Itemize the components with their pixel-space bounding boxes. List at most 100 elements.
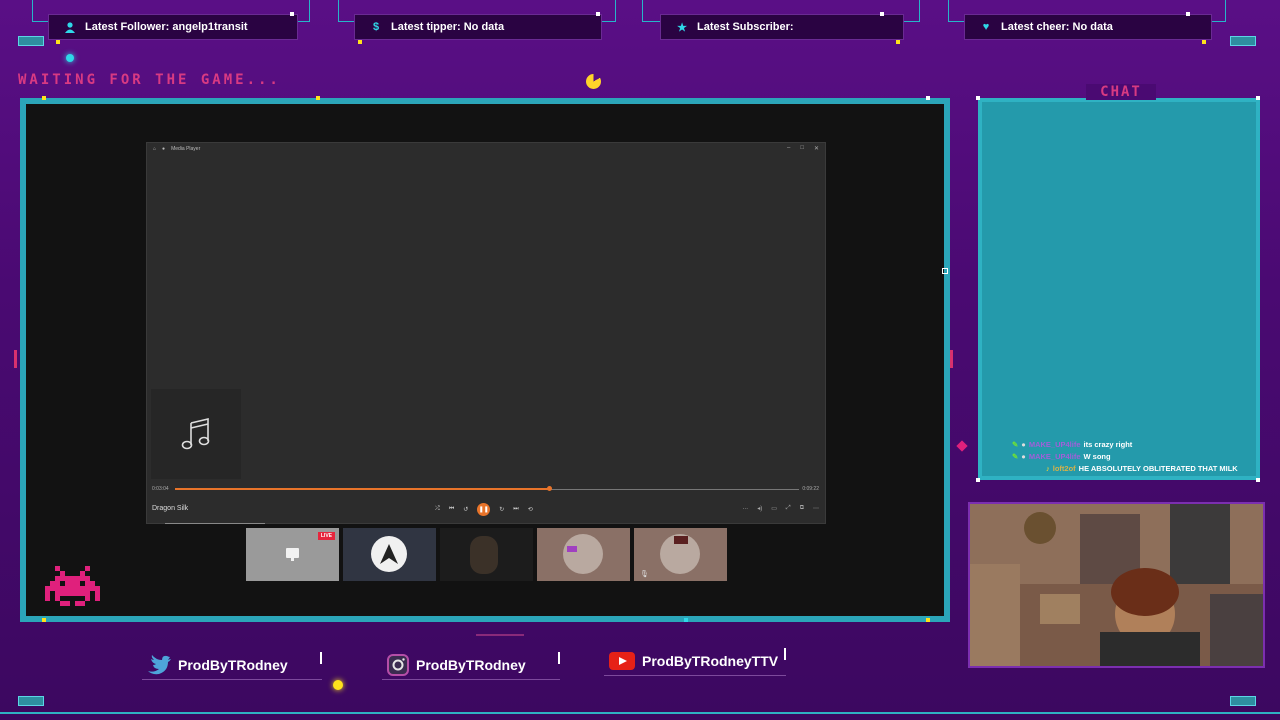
decor-cap xyxy=(558,652,560,664)
pencil-icon: ✎ xyxy=(1012,440,1019,449)
progress-slider[interactable] xyxy=(175,486,799,491)
twitter-icon xyxy=(148,655,171,675)
decor-dot xyxy=(896,40,900,44)
monitor-stand xyxy=(291,558,294,561)
alert-latest-cheer: ♥ Latest cheer: No data xyxy=(964,14,1212,40)
social-instagram[interactable]: ProdByTRodney xyxy=(382,652,560,680)
space-invader-icon xyxy=(45,566,100,606)
chat-text: its crazy right xyxy=(1083,440,1133,449)
alert-label: Latest cheer: No data xyxy=(1001,21,1113,33)
decor-dot xyxy=(596,12,600,16)
forward-icon[interactable]: ↻ xyxy=(499,506,504,513)
miniplayer-icon[interactable]: ⧉ xyxy=(800,505,804,512)
time-total: 0:09:22 xyxy=(802,486,819,492)
rewind-icon[interactable]: ↺ xyxy=(463,506,468,513)
decor-square xyxy=(942,268,948,274)
decor-dot xyxy=(1186,12,1190,16)
call-tile-camera[interactable] xyxy=(440,528,533,581)
call-tile-user[interactable] xyxy=(343,528,436,581)
pacman-icon xyxy=(586,74,601,89)
avatar xyxy=(563,534,603,574)
decor-dot xyxy=(926,618,930,622)
decor-dot xyxy=(880,12,884,16)
fullscreen-icon[interactable]: ⤢ xyxy=(786,505,791,512)
youtube-icon xyxy=(609,652,635,670)
chat-username[interactable]: loft2of xyxy=(1053,464,1076,473)
waiting-for-game-text: WAITING FOR THE GAME... xyxy=(18,72,281,88)
chat-username[interactable]: MAKE_UP4life xyxy=(1029,440,1081,449)
decor-block xyxy=(1230,36,1256,46)
decor-dot xyxy=(926,96,930,100)
shuffle-icon[interactable]: ⤮ xyxy=(435,506,440,513)
media-player-window[interactable]: ⌂ ● Media Player – □ ✕ 0:03:04 0:09:22 D… xyxy=(146,142,826,524)
call-tile-user[interactable]: 🎙 xyxy=(634,528,727,581)
cast-icon[interactable]: ▭ xyxy=(771,505,777,512)
alert-label: Latest tipper: No data xyxy=(391,21,505,33)
dollar-icon: $ xyxy=(372,21,380,33)
pencil-icon: ✎ xyxy=(1012,452,1019,461)
divider xyxy=(604,675,786,676)
chat-title: CHAT xyxy=(1086,84,1156,100)
media-player-titlebar: ⌂ ● Media Player xyxy=(153,146,200,152)
chat-text: HE ABSOLUTELY OBLITERATED THAT MILK xyxy=(1078,464,1238,473)
decor-dot xyxy=(1202,40,1206,44)
decor-cap xyxy=(784,648,786,660)
chat-text: W song xyxy=(1083,452,1111,461)
music-note-icon xyxy=(181,417,210,450)
chat-username[interactable]: MAKE_UP4life xyxy=(1029,452,1081,461)
window-controls: – □ ✕ xyxy=(787,145,819,152)
repeat-icon[interactable]: ⟲ xyxy=(528,506,533,513)
social-handle: ProdByTRodney xyxy=(178,657,288,673)
decor-dot xyxy=(1256,96,1260,100)
avatar-accent xyxy=(567,546,577,552)
divider xyxy=(165,523,265,524)
close-icon[interactable]: ✕ xyxy=(814,145,819,152)
decor-dot xyxy=(290,12,294,16)
bottom-frame-line xyxy=(0,712,1280,714)
mic-muted-icon: 🎙 xyxy=(640,571,649,578)
home-icon[interactable]: ⌂ xyxy=(153,146,156,152)
decor-dot xyxy=(976,478,980,482)
alert-latest-subscriber: ★ Latest Subscriber: xyxy=(660,14,904,40)
decor-dot xyxy=(976,96,980,100)
speed-icon[interactable]: … xyxy=(742,505,748,512)
maximize-icon[interactable]: □ xyxy=(800,145,804,152)
progress-fill xyxy=(175,488,550,490)
chat-message: ✎ ● MAKE_UP4life W song xyxy=(1012,452,1111,461)
decor-star-icon xyxy=(333,680,343,690)
song-title: Dragon Silk xyxy=(152,505,189,512)
media-player-title: Media Player xyxy=(171,146,201,152)
live-badge: LIVE xyxy=(317,532,335,540)
decor-dot xyxy=(42,96,46,100)
decor-dot xyxy=(1256,478,1260,482)
decor-block xyxy=(18,36,44,46)
badge-icon: ● xyxy=(1021,440,1026,449)
star-icon: ★ xyxy=(677,21,687,34)
call-tile-screenshare[interactable]: LIVE xyxy=(246,528,339,581)
time-elapsed: 0:03:04 xyxy=(152,486,169,492)
call-tile-user[interactable] xyxy=(537,528,630,581)
webcam-feed xyxy=(968,502,1265,668)
previous-icon[interactable]: ⏮ xyxy=(449,506,454,513)
decor-star-icon xyxy=(956,440,968,452)
divider xyxy=(382,679,560,680)
decor-star-icon xyxy=(66,54,74,62)
alert-label: Latest Follower: angelp1transit xyxy=(85,21,248,33)
chat-panel xyxy=(978,98,1260,480)
next-icon[interactable]: ⏭ xyxy=(513,506,518,513)
minimize-icon[interactable]: – xyxy=(787,145,790,152)
pause-button[interactable]: ❚❚ xyxy=(477,503,491,516)
badge-icon: ● xyxy=(1021,452,1026,461)
decor-dot xyxy=(56,40,60,44)
decor-cap xyxy=(320,652,322,664)
progress-knob[interactable] xyxy=(547,486,553,491)
alert-label: Latest Subscriber: xyxy=(697,21,794,33)
social-handle: ProdByTRodneyTTV xyxy=(642,653,779,669)
social-youtube[interactable]: ProdByTRodneyTTV xyxy=(604,648,786,676)
heart-icon: ♥ xyxy=(982,21,990,33)
volume-icon[interactable]: ◂) xyxy=(757,505,762,512)
decor-bar xyxy=(476,634,524,636)
more-icon[interactable]: ⋯ xyxy=(813,505,819,512)
decor-block xyxy=(1230,696,1256,706)
social-twitter[interactable]: ProdByTRodney xyxy=(142,652,322,680)
